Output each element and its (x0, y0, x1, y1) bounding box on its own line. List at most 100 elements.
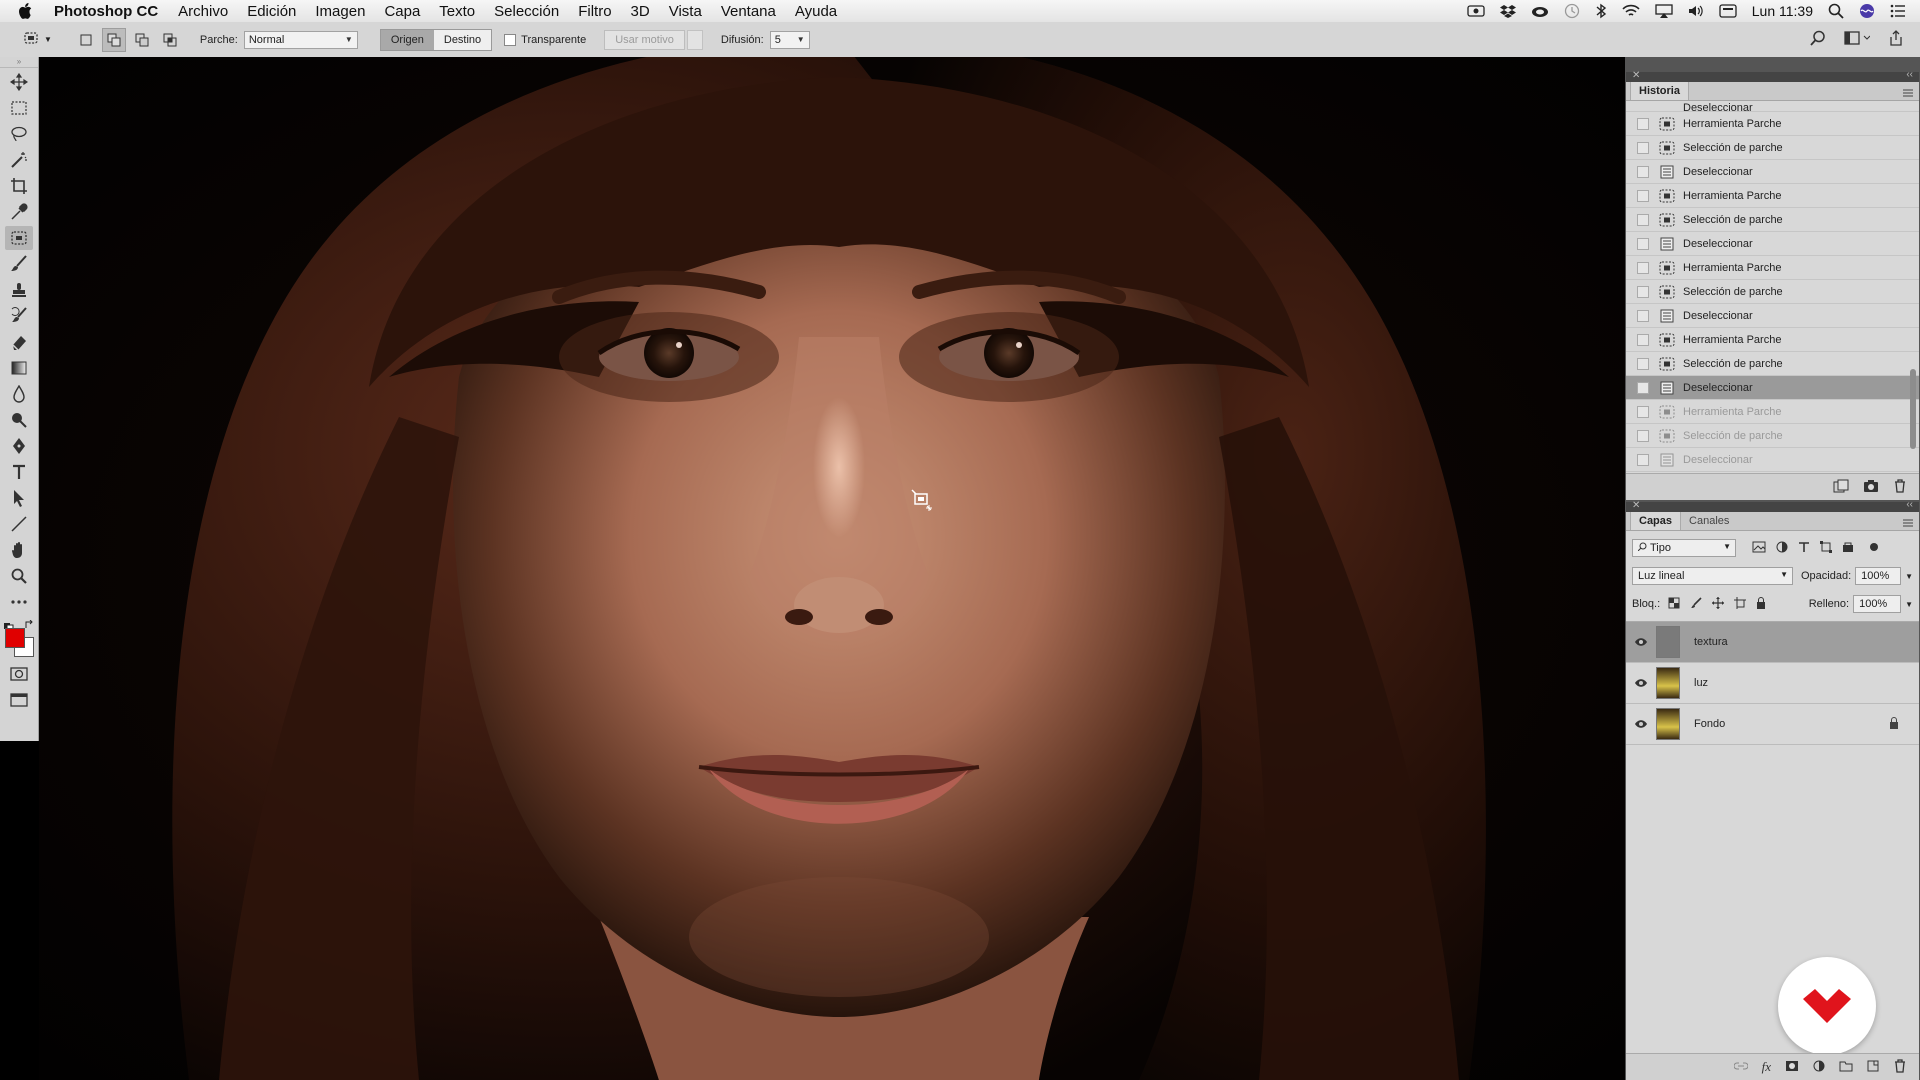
eraser-tool-icon[interactable] (5, 330, 33, 354)
input-source-icon[interactable] (1719, 4, 1737, 18)
history-item[interactable]: Deseleccionar (1626, 160, 1919, 184)
history-item-partial[interactable]: Deseleccionar (1626, 101, 1919, 112)
lock-pixels-icon[interactable] (1690, 596, 1702, 612)
history-item[interactable]: Selección de parche (1626, 280, 1919, 304)
filter-pixel-icon[interactable] (1752, 541, 1766, 556)
opacity-input[interactable]: 100% (1855, 567, 1902, 585)
snapshot-source-box[interactable] (1637, 213, 1649, 226)
crop-tool-icon[interactable] (5, 174, 33, 198)
snapshot-source-box[interactable] (1637, 237, 1649, 250)
panel-menu-icon[interactable] (1903, 86, 1913, 100)
spotlight-icon[interactable] (1828, 3, 1844, 19)
transparent-checkbox[interactable] (504, 33, 517, 46)
type-tool-icon[interactable] (5, 460, 33, 484)
brush-tool-icon[interactable] (5, 252, 33, 276)
history-item-dimmed[interactable]: Herramienta Parche (1626, 400, 1919, 424)
layer-name[interactable]: luz (1694, 677, 1708, 689)
pen-tool-icon[interactable] (5, 434, 33, 458)
tab-canales[interactable]: Canales (1681, 512, 1737, 530)
scrollbar-thumb[interactable] (1910, 369, 1916, 449)
blend-mode-select[interactable]: Luz lineal ▼ (1632, 567, 1793, 585)
menu-edicion[interactable]: Edición (247, 3, 296, 20)
lock-transparent-icon[interactable] (1668, 597, 1680, 612)
pattern-picker[interactable] (686, 29, 703, 50)
toolbox-grip[interactable]: » (0, 57, 38, 68)
history-item[interactable]: Selección de parche (1626, 352, 1919, 376)
visibility-eye-icon[interactable] (1626, 637, 1656, 647)
lock-all-icon[interactable] (1756, 596, 1766, 612)
visibility-eye-icon[interactable] (1626, 719, 1656, 729)
filter-toggle-icon[interactable] (1868, 541, 1880, 556)
link-layers-icon[interactable] (1733, 1060, 1749, 1074)
new-selection-button[interactable] (74, 28, 98, 52)
layer-row-luz[interactable]: luz (1626, 663, 1919, 704)
snapshot-source-box[interactable] (1637, 285, 1649, 298)
gradient-tool-icon[interactable] (5, 356, 33, 380)
history-item-selected[interactable]: Deseleccionar (1626, 376, 1919, 400)
history-item[interactable]: Herramienta Parche (1626, 256, 1919, 280)
intersect-selection-button[interactable] (158, 28, 182, 52)
tab-capas[interactable]: Capas (1630, 512, 1682, 530)
collapse-icon[interactable]: ‹‹ (1906, 69, 1913, 80)
new-adjustment-layer-icon[interactable] (1813, 1060, 1825, 1075)
menu-archivo[interactable]: Archivo (178, 3, 228, 20)
screen-mode-icon[interactable] (5, 688, 33, 712)
new-document-from-state-icon[interactable] (1833, 479, 1849, 496)
layer-name[interactable]: Fondo (1694, 718, 1725, 730)
filter-type-icon[interactable] (1798, 541, 1810, 556)
foreground-color-swatch[interactable] (5, 628, 25, 648)
patch-mode-select[interactable]: Normal ▼ (243, 30, 358, 49)
tool-preset-picker[interactable]: ▼ (22, 29, 52, 50)
share-icon[interactable] (1888, 30, 1904, 49)
menu-3d[interactable]: 3D (631, 3, 650, 20)
panel-menu-icon[interactable] (1903, 516, 1913, 530)
snapshot-source-box[interactable] (1637, 333, 1649, 346)
add-to-selection-button[interactable] (101, 27, 126, 52)
menu-filtro[interactable]: Filtro (578, 3, 611, 20)
history-item[interactable]: Selección de parche (1626, 136, 1919, 160)
add-mask-icon[interactable] (1785, 1060, 1799, 1075)
chevron-down-icon[interactable]: ▼ (1905, 572, 1913, 581)
hand-tool-icon[interactable] (5, 538, 33, 562)
tab-historia[interactable]: Historia (1630, 82, 1689, 100)
snapshot-source-box[interactable] (1637, 309, 1649, 322)
snapshot-source-box[interactable] (1637, 405, 1649, 418)
app-name-menu[interactable]: Photoshop CC (54, 3, 158, 20)
use-pattern-button[interactable]: Usar motivo (604, 29, 685, 50)
filter-shape-icon[interactable] (1820, 540, 1832, 556)
eyedropper-tool-icon[interactable] (5, 200, 33, 224)
menu-capa[interactable]: Capa (384, 3, 420, 20)
history-item[interactable]: Selección de parche (1626, 208, 1919, 232)
notification-center-icon[interactable] (1890, 4, 1906, 18)
history-item[interactable]: Herramienta Parche (1626, 328, 1919, 352)
collapse-icon[interactable]: ‹‹ (1906, 499, 1913, 510)
diffusion-select[interactable]: 5 ▼ (769, 30, 810, 49)
close-icon[interactable]: ✕ (1632, 70, 1640, 81)
snapshot-source-box[interactable] (1637, 357, 1649, 370)
quick-mask-icon[interactable] (5, 662, 33, 686)
line-tool-icon[interactable] (5, 512, 33, 536)
history-item[interactable]: Herramienta Parche (1626, 184, 1919, 208)
more-tools-icon[interactable] (5, 590, 33, 614)
chevron-down-icon[interactable]: ▼ (1905, 600, 1913, 609)
zoom-tool-icon[interactable] (5, 564, 33, 588)
snapshot-source-box[interactable] (1637, 453, 1649, 466)
source-button[interactable]: Origen (380, 29, 434, 50)
search-icon[interactable] (1810, 30, 1826, 49)
snapshot-source-box[interactable] (1637, 381, 1649, 394)
snapshot-source-box[interactable] (1637, 261, 1649, 274)
path-selection-tool-icon[interactable] (5, 486, 33, 510)
move-tool-icon[interactable] (5, 70, 33, 94)
bluetooth-icon[interactable] (1595, 3, 1607, 19)
snapshot-source-box[interactable] (1637, 165, 1649, 178)
history-item[interactable]: Herramienta Parche (1626, 112, 1919, 136)
history-item-dimmed[interactable]: Deseleccionar (1626, 448, 1919, 472)
new-layer-icon[interactable] (1867, 1060, 1879, 1075)
screen-record-icon[interactable] (1467, 4, 1485, 18)
siri-icon[interactable] (1859, 3, 1875, 19)
lock-position-icon[interactable] (1712, 596, 1725, 612)
menu-ventana[interactable]: Ventana (721, 3, 776, 20)
layer-name[interactable]: textura (1694, 636, 1728, 648)
lasso-tool-icon[interactable] (5, 122, 33, 146)
menu-seleccion[interactable]: Selección (494, 3, 559, 20)
